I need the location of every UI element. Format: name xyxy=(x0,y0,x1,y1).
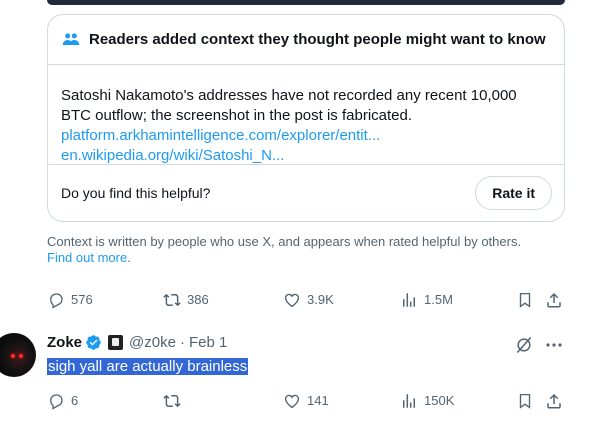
share-icon xyxy=(547,393,561,409)
helpful-question: Do you find this helpful? xyxy=(61,185,211,201)
verified-badge-icon[interactable] xyxy=(85,334,102,351)
bookmark-icon xyxy=(519,292,531,308)
community-note-title: Readers added context they thought peopl… xyxy=(89,31,546,48)
community-note-footer: Do you find this helpful? Rate it xyxy=(48,164,564,221)
views-icon xyxy=(403,293,415,307)
rate-it-button[interactable]: Rate it xyxy=(475,176,552,210)
like-button[interactable]: 3.9K xyxy=(283,291,334,309)
share-button[interactable] xyxy=(545,291,569,309)
community-note-card: Readers added context they thought peopl… xyxy=(47,14,565,222)
reply-icon xyxy=(50,293,63,309)
reply-icon xyxy=(50,394,63,410)
user-handle[interactable]: @z0ke xyxy=(129,334,176,351)
reply-text: sigh yall are actually brainless xyxy=(47,358,249,376)
reply-button[interactable]: 576 xyxy=(47,291,93,309)
share-button[interactable] xyxy=(545,392,569,410)
bookmark-button[interactable] xyxy=(516,392,540,410)
note-source-link-wikipedia[interactable]: en.wikipedia.org/wiki/Satoshi_N... xyxy=(61,146,551,166)
find-out-more-link[interactable]: Find out more xyxy=(47,250,127,265)
context-info-suffix: . xyxy=(127,250,131,265)
reply-button[interactable]: 6 xyxy=(47,392,78,410)
note-source-link-arkham[interactable]: platform.arkhamintelligence.com/explorer… xyxy=(61,126,551,146)
context-info-description: Context is written by people who use X, … xyxy=(47,234,522,249)
avatar-eye-right xyxy=(19,354,23,358)
grok-icon[interactable] xyxy=(514,335,534,355)
community-notes-icon xyxy=(62,32,80,45)
repost-button[interactable]: 386 xyxy=(163,291,209,309)
profile-emoji-badge xyxy=(108,335,124,350)
post-action-bar: 576 386 3.9K 1.5M xyxy=(47,290,567,312)
display-name[interactable]: Zoke xyxy=(47,334,82,351)
bookmark-icon xyxy=(519,393,531,409)
repost-icon xyxy=(163,394,181,408)
like-count: 141 xyxy=(307,393,329,408)
separator-dot: · xyxy=(179,334,185,351)
bookmark-button[interactable] xyxy=(516,291,540,309)
repost-icon xyxy=(163,293,181,307)
post-media-bottom-edge xyxy=(47,0,565,5)
avatar[interactable] xyxy=(0,333,36,377)
reply-header: Zoke @z0ke · Feb 1 xyxy=(47,334,227,351)
note-text-line-2: BTC outflow; the screenshot in the post … xyxy=(61,107,413,124)
context-info-text: Context is written by people who use X, … xyxy=(47,234,557,266)
share-icon xyxy=(547,292,561,308)
views-count: 150K xyxy=(424,393,455,408)
reply-action-bar: 6 141 150K xyxy=(47,391,567,413)
selected-reply-text: sigh yall are actually brainless xyxy=(47,358,249,375)
repost-count: 386 xyxy=(187,292,209,307)
avatar-eye-left xyxy=(11,354,15,358)
views-button[interactable]: 150K xyxy=(400,392,454,410)
community-note-header: Readers added context they thought peopl… xyxy=(48,15,564,65)
repost-button[interactable] xyxy=(163,392,187,410)
views-icon xyxy=(403,394,415,408)
note-text-line-1: Satoshi Nakamoto's addresses have not re… xyxy=(61,87,517,104)
like-icon xyxy=(284,394,300,409)
reply-count: 576 xyxy=(71,292,93,307)
like-icon xyxy=(284,293,300,308)
like-count: 3.9K xyxy=(307,292,334,307)
views-button[interactable]: 1.5M xyxy=(400,291,453,309)
more-icon[interactable] xyxy=(545,342,563,348)
community-note-body: Satoshi Nakamoto's addresses have not re… xyxy=(48,65,564,180)
reply-count: 6 xyxy=(71,393,79,408)
views-count: 1.5M xyxy=(424,292,453,307)
reply-post[interactable]: Zoke @z0ke · Feb 1 sigh yall are actuall… xyxy=(0,325,595,385)
post-date[interactable]: Feb 1 xyxy=(189,334,227,351)
like-button[interactable]: 141 xyxy=(283,392,329,410)
